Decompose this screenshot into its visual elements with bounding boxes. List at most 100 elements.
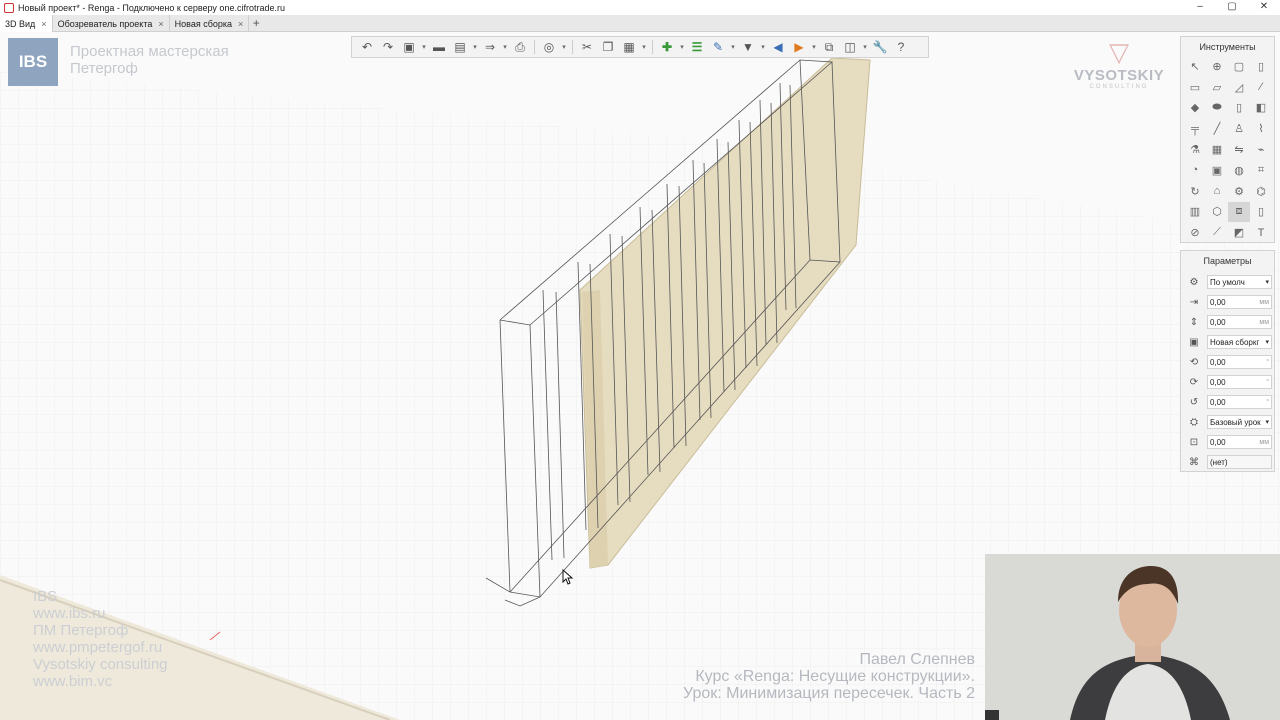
import-icon[interactable]: ◀ xyxy=(769,38,787,56)
chevron-down-icon: ▾ xyxy=(1265,279,1269,286)
filter-icon[interactable]: ▼ xyxy=(739,38,757,56)
help-icon[interactable]: ? xyxy=(892,38,910,56)
connect-tool-icon[interactable]: ⌬ xyxy=(1250,181,1272,202)
tab-3d-view[interactable]: 3D Вид × xyxy=(0,15,53,32)
floor-tool-icon[interactable]: ⬬ xyxy=(1206,98,1228,119)
folder-icon[interactable]: ▬ xyxy=(430,38,448,56)
watermark-line: Vysotskiy consulting xyxy=(33,656,168,673)
parameter-row: ▣ Новая сборкг ▾ xyxy=(1181,332,1274,352)
plate-tool-icon[interactable]: ▣ xyxy=(1206,160,1228,181)
rebar-tool-icon[interactable]: ⌁ xyxy=(1250,139,1272,160)
chevron-down-icon[interactable]: ▾ xyxy=(862,43,868,51)
stair-tool-icon[interactable]: ▥ xyxy=(1184,202,1206,223)
parameter-select[interactable]: По умолч ▾ xyxy=(1207,275,1272,289)
hole-tool-icon[interactable]: ◍ xyxy=(1228,160,1250,181)
copy-icon[interactable]: ❐ xyxy=(599,38,617,56)
chevron-down-icon[interactable]: ▾ xyxy=(502,43,508,51)
door-tool-icon[interactable]: ▯ xyxy=(1228,98,1250,119)
parameter-input[interactable]: 0,00 ° xyxy=(1207,355,1272,369)
parameter-select[interactable]: Новая сборкг ▾ xyxy=(1207,335,1272,349)
wrench-icon[interactable]: 🔧 xyxy=(871,38,889,56)
assembly-tool-icon[interactable]: ⧈ xyxy=(1228,201,1250,223)
pipe-tool-icon[interactable]: ⌇ xyxy=(1250,118,1272,139)
equipment-tool-icon[interactable]: ⚗ xyxy=(1184,139,1206,160)
fixture-tool-icon[interactable]: ♙ xyxy=(1228,118,1250,139)
list-icon[interactable]: ☰ xyxy=(688,38,706,56)
dimension-tool-icon[interactable]: ⊘ xyxy=(1184,222,1206,243)
print-icon[interactable]: ⎙ xyxy=(511,38,529,56)
parameter-input[interactable]: (нет) xyxy=(1207,455,1272,469)
mouse-cursor xyxy=(562,569,574,585)
parameter-input[interactable]: 0,00 ° xyxy=(1207,395,1272,409)
element-tool-icon[interactable]: ▯ xyxy=(1250,202,1272,223)
window-titlebar: Новый проект* - Renga - Подключено к сер… xyxy=(0,0,1280,15)
rotate-tool-icon[interactable]: ↻ xyxy=(1184,181,1206,202)
presenter-video xyxy=(985,554,1280,720)
chevron-down-icon[interactable]: ▾ xyxy=(811,43,817,51)
wall-tool-icon[interactable]: ▭ xyxy=(1184,77,1206,98)
parameter-input[interactable]: 0,00 мм xyxy=(1207,295,1272,309)
export-arrow-icon[interactable]: ▶ xyxy=(790,38,808,56)
close-button[interactable]: ✕ xyxy=(1248,0,1280,15)
chevron-down-icon[interactable]: ▾ xyxy=(641,43,647,51)
export-icon[interactable]: ⇒ xyxy=(481,38,499,56)
select-tool-icon[interactable]: ↖ xyxy=(1184,56,1206,77)
grid-tool-icon[interactable]: ▦ xyxy=(1206,139,1228,160)
section-tool-icon[interactable]: ◩ xyxy=(1228,222,1250,243)
roof-tool-icon[interactable]: ◿ xyxy=(1228,77,1250,98)
tab-new-assembly[interactable]: Новая сборка × xyxy=(170,15,250,32)
line-tool-icon[interactable]: ⁄ xyxy=(1250,77,1272,98)
opening-tool-icon[interactable]: ◔ xyxy=(1184,160,1206,181)
minimize-button[interactable]: – xyxy=(1184,0,1216,15)
save-icon[interactable]: ▤ xyxy=(451,38,469,56)
undo-icon[interactable]: ↶ xyxy=(358,38,376,56)
chevron-down-icon[interactable]: ▾ xyxy=(760,43,766,51)
parameter-input[interactable]: 0,00 мм xyxy=(1207,435,1272,449)
profile-tool-icon[interactable]: ⌗ xyxy=(1250,160,1272,181)
tab-close-icon[interactable]: × xyxy=(238,19,243,29)
parameter-input[interactable]: 0,00 ° xyxy=(1207,375,1272,389)
paint-icon[interactable]: ✎ xyxy=(709,38,727,56)
arch-tool-icon[interactable]: ⌂ xyxy=(1206,181,1228,202)
chevron-down-icon[interactable]: ▾ xyxy=(561,43,567,51)
redo-icon[interactable]: ↷ xyxy=(379,38,397,56)
add-icon[interactable]: ✚ xyxy=(658,38,676,56)
node-tool-icon[interactable]: ⚙ xyxy=(1228,181,1250,202)
tab-close-icon[interactable]: × xyxy=(41,19,46,29)
parameter-select[interactable]: Базовый урок ▾ xyxy=(1207,415,1272,429)
cut-icon[interactable]: ✂ xyxy=(578,38,596,56)
line2-tool-icon[interactable]: ╱ xyxy=(1206,118,1228,139)
view-cube-icon[interactable]: ▣ xyxy=(400,38,418,56)
mark-icon: ⌘ xyxy=(1189,456,1199,468)
visibility-icon[interactable]: ◫ xyxy=(841,38,859,56)
layers-icon[interactable]: ⧉ xyxy=(820,38,838,56)
ramp-tool-icon[interactable]: ⬡ xyxy=(1206,202,1228,223)
maximize-button[interactable]: ▢ xyxy=(1216,0,1248,15)
window-tool-icon[interactable]: ◧ xyxy=(1250,98,1272,119)
add-tab-button[interactable]: + xyxy=(249,15,263,31)
orbit-icon[interactable]: ◎ xyxy=(540,38,558,56)
vysotskiy-mark-icon: ▽ xyxy=(1109,37,1129,67)
course-credit: Павел Слепнев Курс «Renga: Несущие конст… xyxy=(683,651,975,702)
parameter-value: 0,00 xyxy=(1210,377,1226,387)
assembly-icon: ▣ xyxy=(1189,336,1199,348)
tab-close-icon[interactable]: × xyxy=(158,19,163,29)
room-tool-icon[interactable]: ▢ xyxy=(1228,56,1250,77)
parameter-input[interactable]: 0,00 мм xyxy=(1207,315,1272,329)
column-tool-icon[interactable]: ▯ xyxy=(1250,56,1272,77)
chevron-down-icon[interactable]: ▾ xyxy=(679,43,685,51)
duct-tool-icon[interactable]: ⇋ xyxy=(1228,139,1250,160)
axis-tool-icon[interactable]: ⊕ xyxy=(1206,56,1228,77)
chevron-down-icon[interactable]: ▾ xyxy=(472,43,478,51)
beam-tool-icon[interactable]: ▱ xyxy=(1206,77,1228,98)
tab-project-browser[interactable]: Обозреватель проекта × xyxy=(53,15,170,32)
slab-tool-icon[interactable]: ◆ xyxy=(1184,98,1206,119)
text-tool-icon[interactable]: T xyxy=(1250,222,1272,243)
railing-tool-icon[interactable]: ╤ xyxy=(1184,118,1206,139)
ibs-logo: IBS xyxy=(8,38,58,86)
parameter-value: 0,00 xyxy=(1210,297,1226,307)
paste-icon[interactable]: ▦ xyxy=(620,38,638,56)
level-tool-icon[interactable]: ⟋ xyxy=(1206,222,1228,243)
chevron-down-icon[interactable]: ▾ xyxy=(421,43,427,51)
chevron-down-icon[interactable]: ▾ xyxy=(730,43,736,51)
